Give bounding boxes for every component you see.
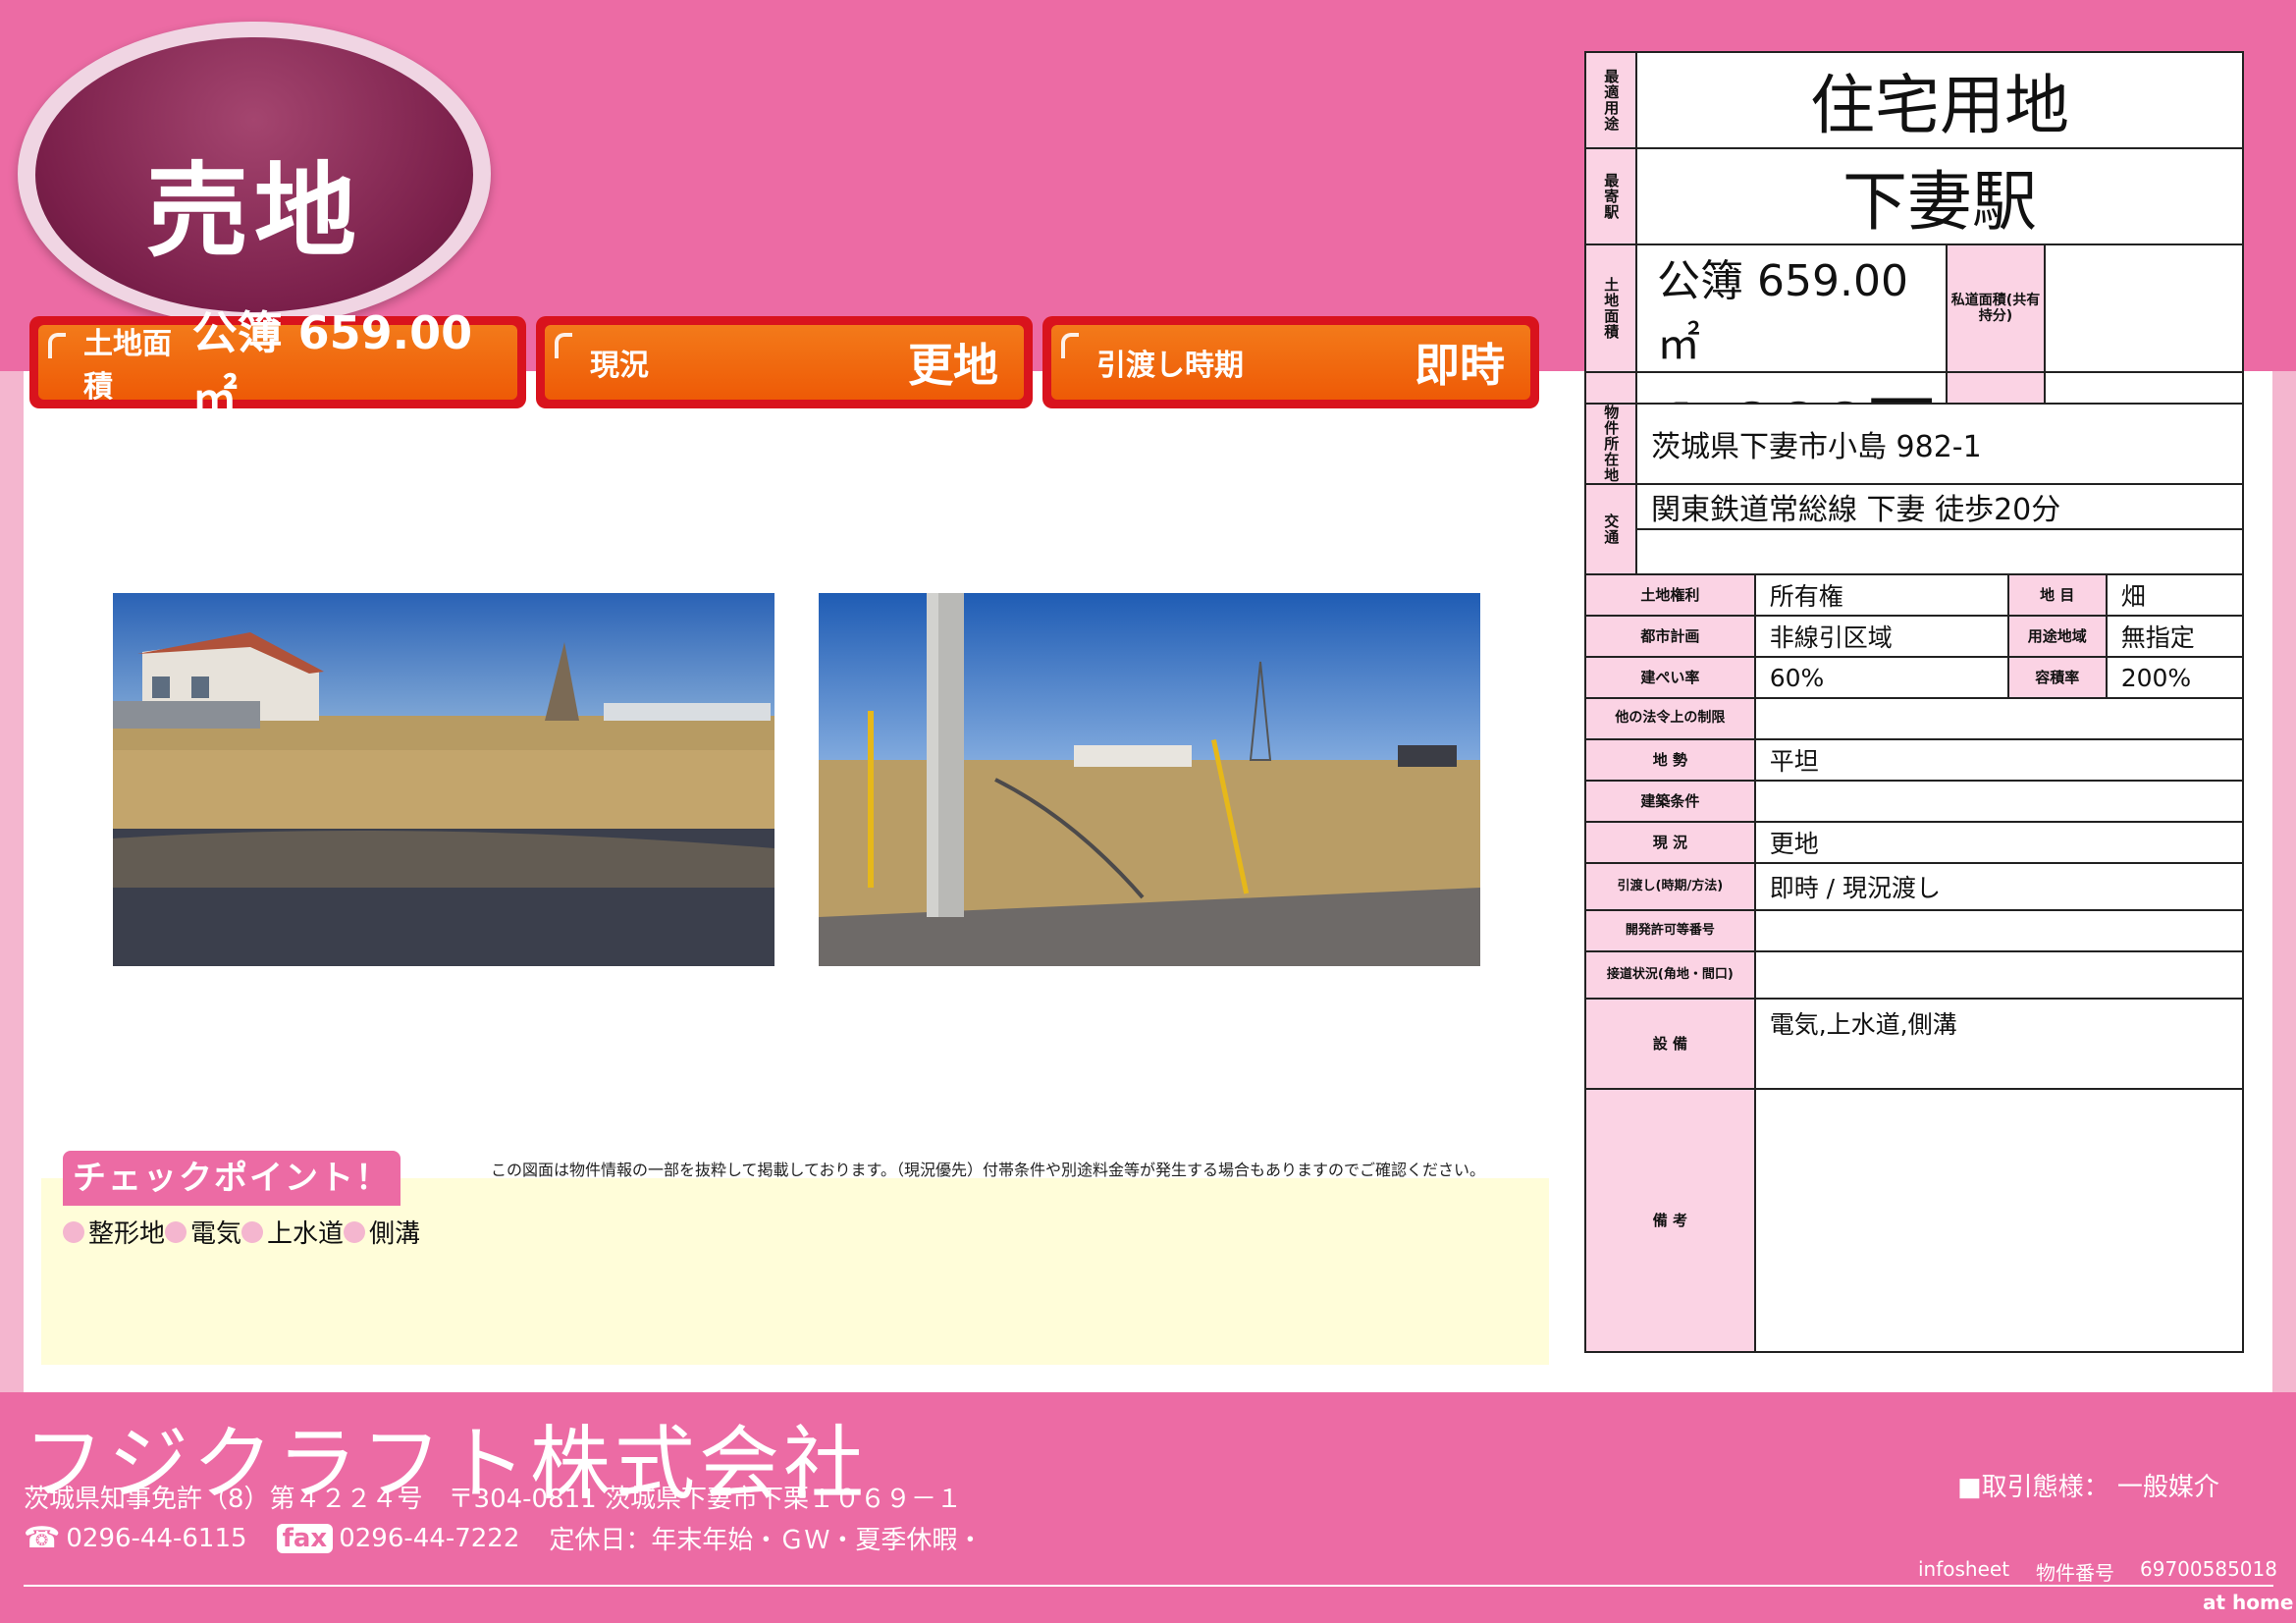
contact-line: ☎ 0296-44-6115 fax 0296-44-7222 定休日：年末年始…: [24, 1520, 983, 1556]
holiday-text: 定休日：年末年始・ＧＷ・夏季休暇・: [549, 1526, 984, 1555]
pill-value: 更地: [908, 339, 998, 392]
coverage-label: 建ぺい率: [1584, 656, 1756, 699]
other-law-label: 他の法令上の制限: [1584, 697, 1756, 740]
area-label: 土地面積: [1584, 243, 1637, 373]
sale-badge-text: 売地: [145, 151, 362, 271]
pill-value: 公簿 659.00㎡: [191, 306, 473, 424]
area-value: 公簿 659.00㎡: [1635, 243, 1948, 373]
bullet-dot: [165, 1220, 187, 1243]
pill-value: 即時: [1415, 339, 1505, 392]
facility-value: 電気,上水道,側溝: [1753, 998, 2245, 1090]
bullet-dot: [344, 1220, 366, 1243]
private-road-label: 私道面積(共有持分): [1946, 243, 2046, 373]
athome-logo: at home: [2203, 1591, 2294, 1614]
checkpoint-title: チェックポイント！: [63, 1151, 400, 1206]
remarks-label: 備 考: [1584, 1088, 1756, 1353]
pill-label: 現況: [590, 349, 649, 383]
pill-label: 引渡し時期: [1096, 349, 1244, 383]
handover-label: 引渡し(時期/方法): [1584, 862, 1756, 911]
checkpoint-item: 側溝: [369, 1219, 421, 1249]
build-condition-label: 建築条件: [1584, 780, 1756, 823]
checkpoint-item: 上水道: [267, 1219, 345, 1249]
current-status-value: 更地: [1753, 821, 2245, 864]
property-number-label: 物件番号: [2036, 1561, 2114, 1585]
bullet-dot: [241, 1220, 264, 1243]
checkpoint-item: 整形地: [88, 1219, 166, 1249]
checkpoint-area: [41, 1178, 1549, 1365]
property-photo-1: [113, 593, 774, 966]
transaction-type: ■取引態様： 一般媒介: [1957, 1473, 2219, 1502]
land-right-value: 所有権: [1753, 573, 2009, 617]
city-planning-label: 都市計画: [1584, 615, 1756, 658]
side-band-left: [0, 371, 24, 1392]
property-photo-2: [819, 593, 1480, 966]
terrain-label: 地 勢: [1584, 738, 1756, 782]
checkpoint-items: 整形地 電気 上水道 側溝: [63, 1214, 420, 1250]
road-access-label: 接道状況(角地・間口): [1584, 950, 1756, 1000]
current-status-label: 現 況: [1584, 821, 1756, 864]
station-label: 最寄駅: [1584, 147, 1637, 245]
footer-divider: [24, 1585, 2273, 1587]
status-pill: 現況 更地: [536, 316, 1033, 408]
city-planning-value: 非線引区域: [1753, 615, 2009, 658]
property-number: 69700585018: [2140, 1557, 2277, 1581]
use-value: 住宅用地: [1635, 51, 2244, 149]
transport-value-2: [1635, 528, 2244, 575]
facility-label: 設 備: [1584, 998, 1756, 1090]
private-road-value: [2044, 243, 2244, 373]
land-category-label: 地 目: [2006, 573, 2108, 617]
road-access-value: [1753, 950, 2245, 1000]
transport-label: 交通: [1584, 483, 1637, 575]
phone-icon: ☎: [24, 1521, 61, 1555]
infosheet-label: infosheet: [1918, 1557, 2010, 1581]
location-value: 茨城県下妻市小島 982-1: [1635, 403, 2244, 485]
terrain-value: 平坦: [1753, 738, 2245, 782]
checkpoint-item: 電気: [190, 1219, 242, 1249]
remarks-value: [1753, 1088, 2245, 1353]
land-area-pill: 土地面積 公簿 659.00㎡: [29, 306, 526, 424]
fax-icon: fax: [276, 1523, 334, 1553]
coverage-value: 60%: [1753, 656, 2009, 699]
details-table: 物件所在地 茨城県下妻市小島 982-1 交通 関東鉄道常総線 下妻 徒歩20分…: [1584, 403, 2245, 1353]
floor-ratio-value: 200%: [2105, 656, 2245, 699]
dev-permit-value: [1753, 909, 2245, 952]
bullet-dot: [63, 1220, 84, 1243]
land-right-label: 土地権利: [1584, 573, 1756, 617]
license-address: 茨城県知事免許（8）第４２２４号 〒304-0811 茨城県下妻市下栗１０６９－…: [24, 1485, 962, 1514]
dev-permit-label: 開発許可等番号: [1584, 909, 1756, 952]
zoning-value: 無指定: [2105, 615, 2245, 658]
location-label: 物件所在地: [1584, 403, 1637, 485]
tel-number: 0296-44-6115: [66, 1523, 247, 1553]
transport-value-1: 関東鉄道常総線 下妻 徒歩20分: [1635, 483, 2244, 530]
disclaimer-notice: この図面は物件情報の一部を抜粋して掲載しております。（現況優先）付帯条件や別途料…: [491, 1161, 1485, 1179]
station-value: 下妻駅: [1635, 147, 2244, 245]
floor-ratio-label: 容積率: [2006, 656, 2108, 699]
other-law-value: [1753, 697, 2245, 740]
use-label: 最適用途: [1584, 51, 1637, 149]
pill-label: 土地面積: [83, 327, 172, 405]
handover-value: 即時 / 現況渡し: [1753, 862, 2245, 911]
fax-number: 0296-44-7222: [339, 1523, 520, 1553]
land-category-value: 畑: [2105, 573, 2245, 617]
side-band-right: [2272, 371, 2296, 1392]
zoning-label: 用途地域: [2006, 615, 2108, 658]
handover-pill: 引渡し時期 即時: [1042, 316, 1539, 408]
build-condition-value: [1753, 780, 2245, 823]
